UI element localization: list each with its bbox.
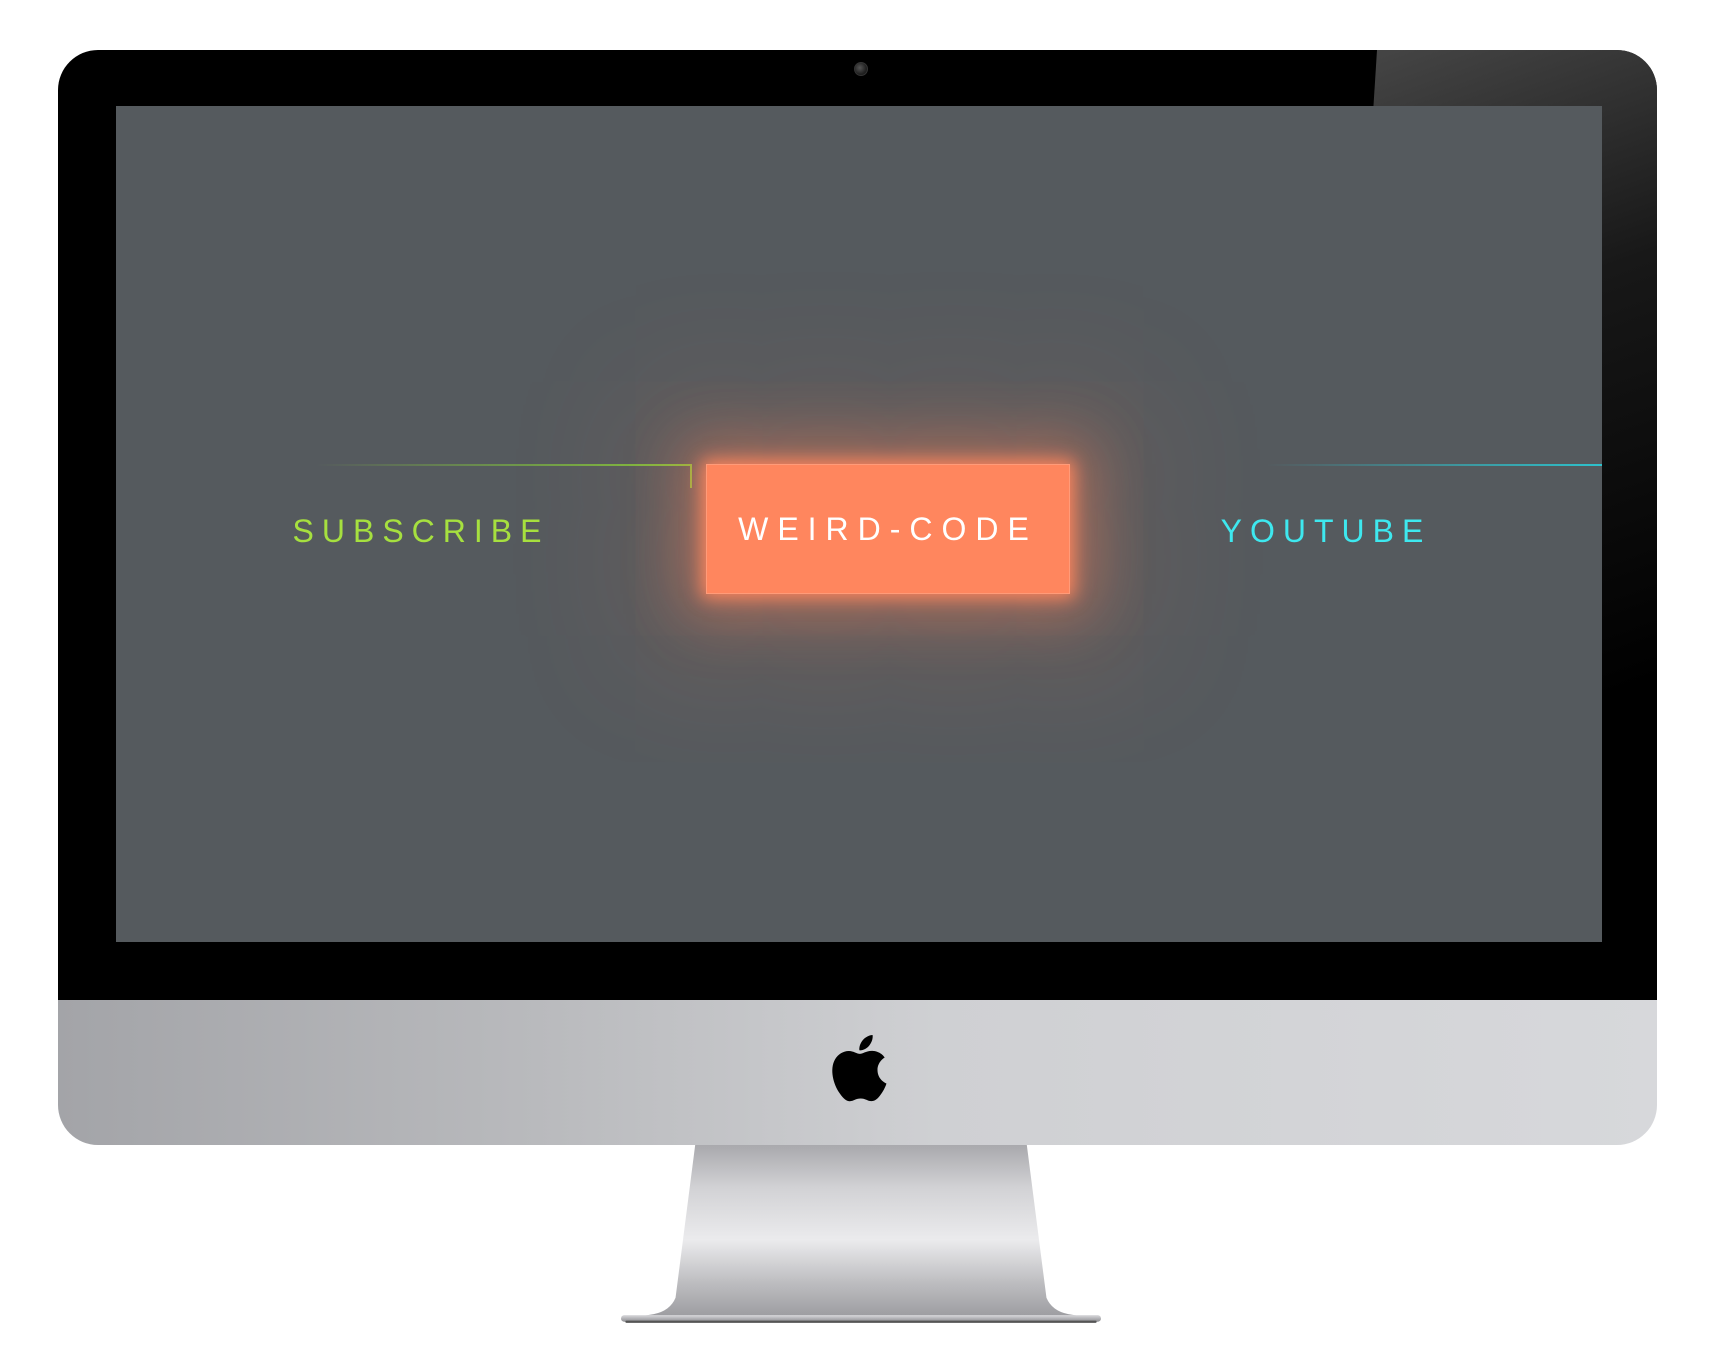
youtube-link-container: YOUTUBE: [1171, 466, 1481, 596]
youtube-link[interactable]: YOUTUBE: [1171, 466, 1481, 596]
weird-code-button[interactable]: WEIRD-CODE: [706, 464, 1070, 594]
subscribe-link-container: SUBSCRIBE: [266, 466, 576, 596]
monitor-stand: [621, 1145, 1101, 1323]
screen: SUBSCRIBE WEIRD-CODE YOUTUBE: [116, 106, 1602, 942]
subscribe-link[interactable]: SUBSCRIBE: [266, 466, 576, 596]
camera-icon: [854, 62, 868, 76]
imac-mockup: SUBSCRIBE WEIRD-CODE YOUTUBE: [0, 0, 1713, 1366]
weird-code-label: WEIRD-CODE: [738, 510, 1038, 547]
apple-icon: [832, 1035, 887, 1102]
